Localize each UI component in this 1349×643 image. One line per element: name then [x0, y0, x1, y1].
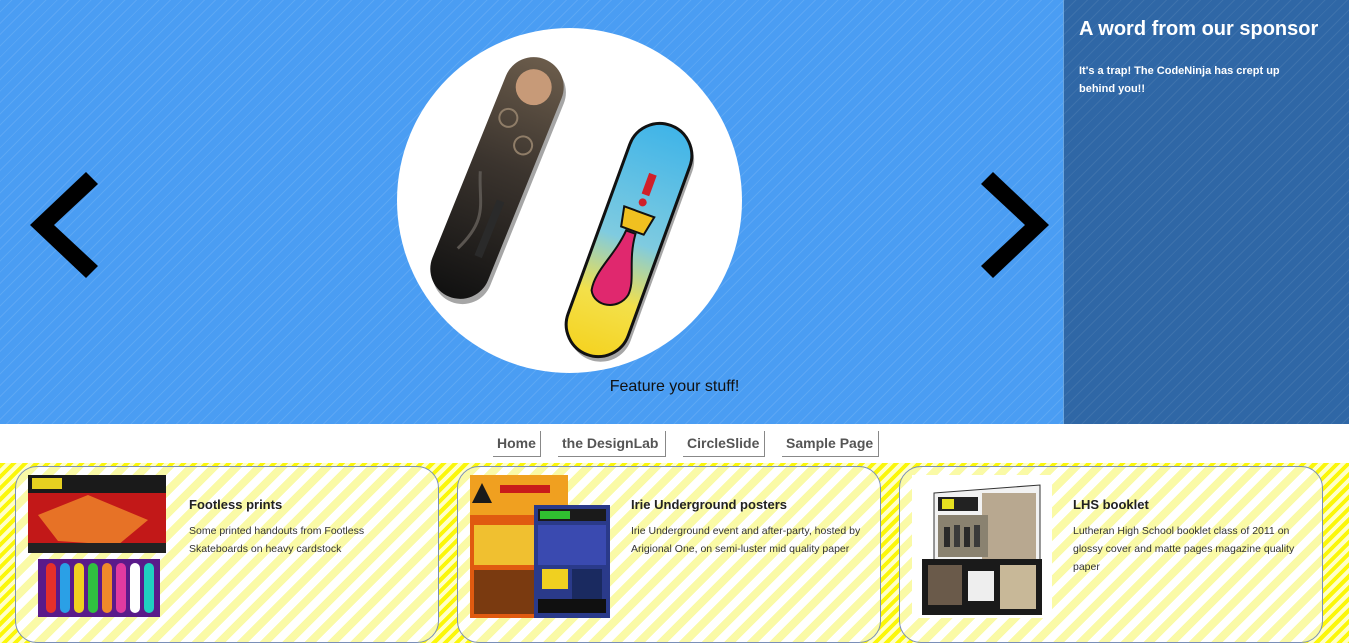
card-title[interactable]: LHS booklet: [1073, 497, 1149, 512]
next-arrow-icon[interactable]: [979, 172, 1051, 278]
main-nav: Home the DesignLab CircleSlide Sample Pa…: [0, 431, 1349, 459]
feature-slider: [0, 0, 1063, 424]
card-text: Some printed handouts from Footless Skat…: [189, 525, 365, 555]
nav-circleslide[interactable]: CircleSlide: [683, 431, 765, 457]
portfolio-card[interactable]: Footless prints Some printed handouts fr…: [15, 466, 439, 643]
sidebar-text: It's a trap! The CodeNinja has crept up …: [1079, 65, 1280, 95]
footless-prints-thumbnail: [28, 475, 168, 618]
sponsor-sidebar: A word from our sponsor It's a trap! The…: [1063, 0, 1349, 424]
card-text: Lutheran High School booklet class of 20…: [1073, 525, 1295, 573]
portfolio-card[interactable]: LHS booklet Lutheran High School booklet…: [899, 466, 1323, 643]
card-title[interactable]: Footless prints: [189, 497, 282, 512]
nav-sample-page[interactable]: Sample Page: [782, 431, 879, 457]
prev-arrow-icon[interactable]: [28, 172, 100, 278]
irie-underground-thumbnail: [470, 475, 610, 618]
sidebar-title: A word from our sponsor: [1079, 18, 1319, 40]
slide-caption-text: Feature your stuff!: [609, 378, 740, 395]
portfolio-section: Footless prints Some printed handouts fr…: [0, 463, 1349, 643]
slide-image: [397, 28, 742, 373]
nav-designlab[interactable]: the DesignLab: [558, 431, 666, 457]
portfolio-card[interactable]: Irie Underground posters Irie Undergroun…: [457, 466, 881, 643]
lhs-booklet-thumbnail: [912, 475, 1052, 618]
card-title[interactable]: Irie Underground posters: [631, 497, 787, 512]
nav-home[interactable]: Home: [493, 431, 541, 457]
card-text: Irie Underground event and after-party, …: [631, 525, 861, 555]
